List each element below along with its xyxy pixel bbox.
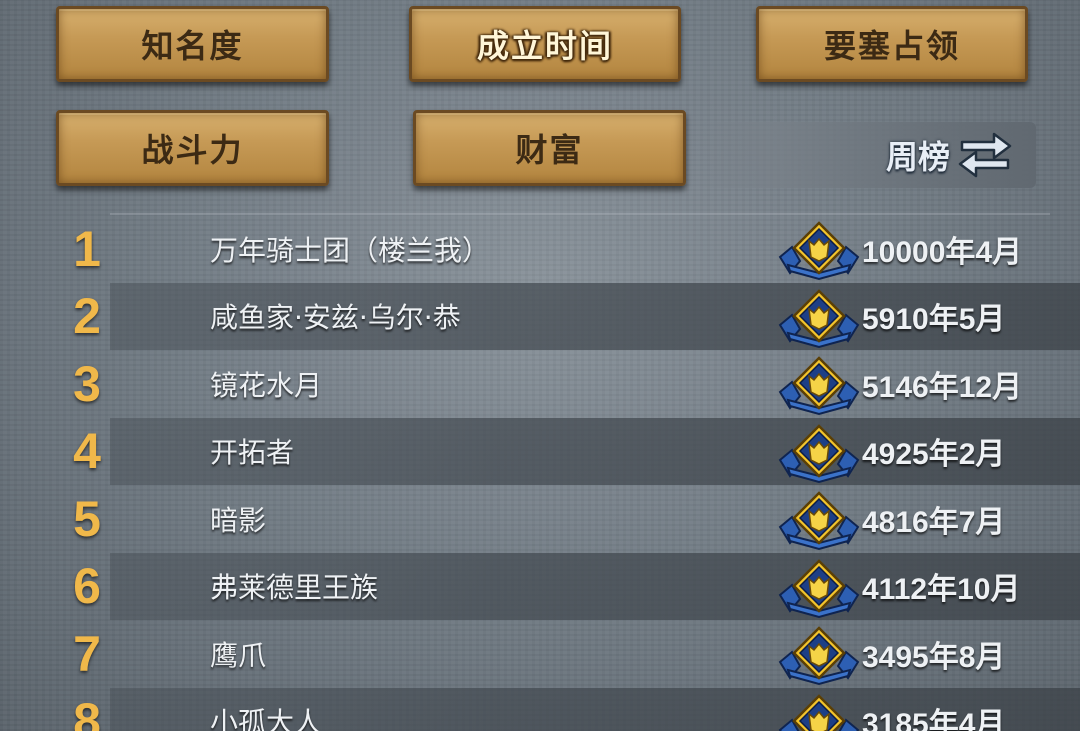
rank-number: 5 bbox=[73, 490, 101, 547]
founded-value: 4925年2月 bbox=[862, 438, 1006, 472]
guild-badge-icon bbox=[778, 221, 860, 281]
guild-badge-icon bbox=[778, 491, 860, 551]
guild-badge-icon bbox=[778, 694, 860, 731]
table-row[interactable]: 1 万年骑士团（楼兰我） 10000年4月 bbox=[0, 215, 1080, 283]
guild-badge-icon bbox=[778, 424, 860, 483]
guild-name: 小孤大人 bbox=[210, 706, 323, 731]
table-row[interactable]: 7 鹰爪 3495年8月 bbox=[0, 620, 1080, 688]
tab-wealth[interactable]: 财富 bbox=[413, 110, 686, 186]
rank-number: 6 bbox=[73, 558, 101, 615]
rank-number: 1 bbox=[73, 220, 101, 277]
guild-name: 鹰爪 bbox=[210, 638, 267, 672]
table-row[interactable]: 4 开拓者 4925年2月 bbox=[0, 417, 1080, 486]
weekly-label: 周榜 bbox=[885, 138, 950, 176]
table-row[interactable]: 5 暗影 4816年7月 bbox=[0, 485, 1080, 553]
guild-badge-icon bbox=[778, 289, 860, 348]
table-row[interactable]: 8 小孤大人 3185年4月 bbox=[0, 687, 1080, 731]
tab-combat-power[interactable]: 战斗力 bbox=[56, 110, 329, 186]
tab-founded-time[interactable]: 成立时间 bbox=[409, 6, 681, 82]
guild-badge-icon bbox=[778, 559, 860, 618]
founded-value: 5146年12月 bbox=[862, 370, 1023, 404]
guild-badge-icon bbox=[778, 626, 860, 686]
rank-number: 2 bbox=[73, 288, 101, 345]
table-row[interactable]: 2 咸鱼家·安兹·乌尔·恭 5910年5月 bbox=[0, 282, 1080, 351]
guild-name: 镜花水月 bbox=[210, 368, 323, 402]
founded-value: 5910年5月 bbox=[862, 303, 1006, 337]
guild-name: 暗影 bbox=[210, 503, 267, 537]
weekly-toggle-button[interactable]: 周榜 bbox=[690, 122, 1036, 188]
table-row[interactable]: 3 镜花水月 5146年12月 bbox=[0, 350, 1080, 418]
ranking-list[interactable]: 1 万年骑士团（楼兰我） 10000年4月 2 咸鱼家·安兹·乌尔·恭 5910… bbox=[0, 215, 1080, 731]
table-row[interactable]: 6 弗莱德里王族 4112年10月 bbox=[0, 552, 1080, 621]
tab-fortress-occupation[interactable]: 要塞占领 bbox=[756, 6, 1028, 82]
guild-name: 万年骑士团（楼兰我） bbox=[210, 233, 491, 267]
rank-number: 8 bbox=[73, 693, 101, 731]
swap-arrows-icon bbox=[958, 132, 1012, 178]
rank-number: 7 bbox=[73, 625, 101, 682]
guild-name: 弗莱德里王族 bbox=[210, 571, 379, 605]
guild-name: 咸鱼家·安兹·乌尔·恭 bbox=[210, 301, 461, 335]
founded-value: 10000年4月 bbox=[862, 235, 1023, 269]
guild-badge-icon bbox=[778, 356, 860, 416]
rank-number: 3 bbox=[73, 355, 101, 412]
founded-value: 4816年7月 bbox=[862, 505, 1006, 539]
guild-name: 开拓者 bbox=[210, 436, 295, 470]
rank-number: 4 bbox=[73, 423, 101, 480]
tab-fame[interactable]: 知名度 bbox=[56, 6, 329, 82]
founded-value: 3495年8月 bbox=[862, 640, 1006, 674]
founded-value: 4112年10月 bbox=[862, 573, 1021, 607]
founded-value: 3185年4月 bbox=[862, 708, 1006, 731]
